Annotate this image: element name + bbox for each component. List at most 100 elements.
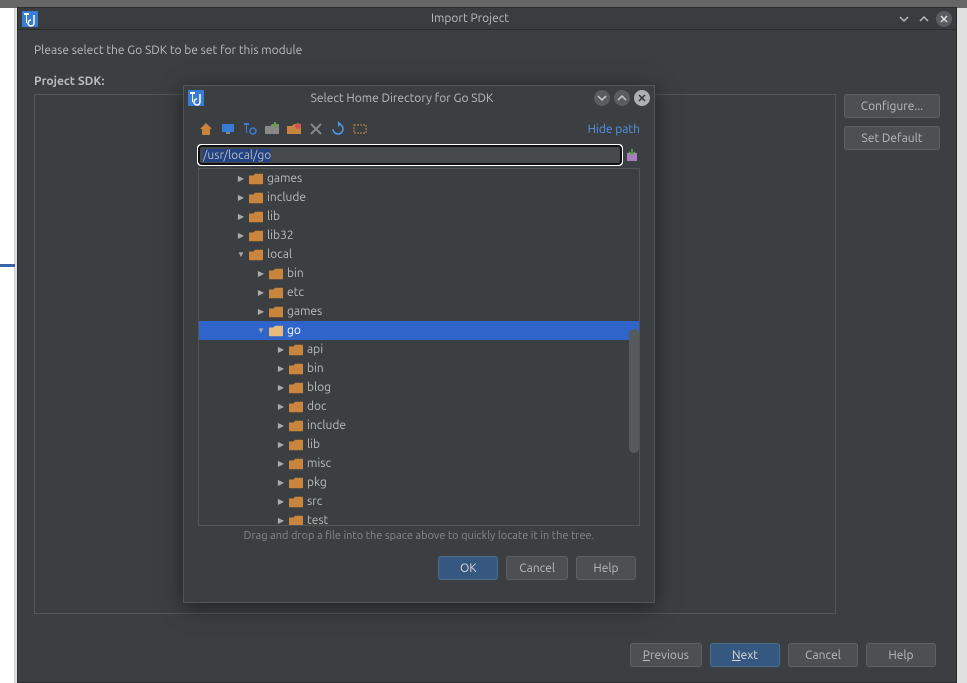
folder-icon bbox=[249, 210, 263, 224]
tree-item-label: bin bbox=[307, 362, 324, 375]
folder-icon bbox=[289, 343, 303, 357]
previous-button[interactable]: Previous bbox=[630, 643, 702, 667]
tree-item-label: include bbox=[267, 191, 306, 204]
expand-arrow-icon[interactable]: ▶ bbox=[235, 193, 247, 202]
tree-item-label: api bbox=[307, 343, 323, 356]
new-folder-icon[interactable] bbox=[264, 121, 280, 137]
tree-item-local[interactable]: ▼ local bbox=[199, 245, 639, 264]
close-icon[interactable] bbox=[634, 90, 650, 106]
tree-item-label: etc bbox=[287, 286, 304, 299]
delete-icon[interactable] bbox=[308, 121, 324, 137]
cancel-button[interactable]: Cancel bbox=[506, 556, 568, 580]
folder-icon bbox=[289, 419, 303, 433]
tree-item-etc[interactable]: ▶ etc bbox=[199, 283, 639, 302]
expand-arrow-icon[interactable]: ▶ bbox=[275, 421, 287, 430]
ok-button[interactable]: OK bbox=[438, 556, 498, 580]
folder-icon bbox=[269, 286, 283, 300]
project-icon[interactable] bbox=[242, 121, 258, 137]
expand-arrow-icon[interactable]: ▶ bbox=[275, 383, 287, 392]
folder-icon bbox=[269, 305, 283, 319]
expand-arrow-icon[interactable]: ▶ bbox=[235, 212, 247, 221]
select-sdk-home-dialog: Select Home Directory for Go SDK Hide pa… bbox=[183, 85, 655, 603]
tree-item-bin[interactable]: ▶bin bbox=[199, 264, 639, 283]
expand-arrow-icon[interactable]: ▶ bbox=[275, 440, 287, 449]
tree-item-label: lib bbox=[267, 210, 280, 223]
outer-titlebar[interactable]: Import Project bbox=[18, 8, 956, 30]
tree-item-games[interactable]: ▶ games bbox=[199, 302, 639, 321]
cancel-button[interactable]: Cancel bbox=[788, 643, 858, 667]
tree-item-bin[interactable]: ▶ bin bbox=[199, 359, 639, 378]
hide-path-link[interactable]: Hide path bbox=[588, 123, 640, 136]
tree-item-go[interactable]: ▼go bbox=[199, 321, 639, 340]
refresh-icon[interactable] bbox=[330, 121, 346, 137]
tree-item-lib[interactable]: ▶ lib bbox=[199, 435, 639, 454]
tree-item-label: blog bbox=[307, 381, 331, 394]
expand-arrow-icon[interactable]: ▶ bbox=[255, 269, 267, 278]
expand-arrow-icon[interactable]: ▶ bbox=[275, 402, 287, 411]
folder-icon bbox=[289, 457, 303, 471]
scrollbar-thumb[interactable] bbox=[629, 329, 639, 453]
folder-icon bbox=[249, 172, 263, 186]
folder-icon bbox=[269, 324, 283, 338]
help-button[interactable]: Help bbox=[576, 556, 636, 580]
tree-item-label: games bbox=[267, 172, 302, 185]
folder-icon bbox=[289, 362, 303, 376]
tree-item-label: lib bbox=[307, 438, 320, 451]
tree-item-label: src bbox=[307, 495, 322, 508]
tree-item-test[interactable]: ▶test bbox=[199, 511, 639, 526]
expand-arrow-icon[interactable]: ▶ bbox=[275, 478, 287, 487]
expand-arrow-icon[interactable]: ▶ bbox=[255, 288, 267, 297]
drop-hint: Drag and drop a file into the space abov… bbox=[198, 526, 640, 550]
tree-item-label: games bbox=[287, 305, 322, 318]
next-button[interactable]: Next bbox=[710, 643, 780, 667]
collapse-down-icon[interactable] bbox=[594, 90, 610, 106]
expand-arrow-icon[interactable]: ▶ bbox=[275, 459, 287, 468]
tree-item-blog[interactable]: ▶ blog bbox=[199, 378, 639, 397]
expand-arrow-icon[interactable]: ▶ bbox=[275, 516, 287, 525]
expand-arrow-icon[interactable]: ▼ bbox=[235, 250, 247, 259]
outer-title: Import Project bbox=[44, 12, 896, 25]
set-default-button[interactable]: Set Default bbox=[844, 126, 940, 150]
help-button[interactable]: Help bbox=[866, 643, 936, 667]
configure-button[interactable]: Configure... bbox=[844, 94, 940, 118]
tree-item-misc[interactable]: ▶misc bbox=[199, 454, 639, 473]
folder-icon bbox=[289, 514, 303, 527]
tree-item-src[interactable]: ▶ src bbox=[199, 492, 639, 511]
tree-item-include[interactable]: ▶ include bbox=[199, 188, 639, 207]
close-icon[interactable] bbox=[936, 11, 952, 27]
expand-arrow-icon[interactable]: ▶ bbox=[275, 364, 287, 373]
tree-item-doc[interactable]: ▶ doc bbox=[199, 397, 639, 416]
app-icon bbox=[188, 90, 204, 106]
tree-item-api[interactable]: ▶ api bbox=[199, 340, 639, 359]
collapse-up-icon[interactable] bbox=[916, 11, 932, 27]
tree-item-games[interactable]: ▶ games bbox=[199, 169, 639, 188]
expand-arrow-icon[interactable]: ▶ bbox=[275, 497, 287, 506]
new-folder-marked-icon[interactable] bbox=[286, 121, 302, 137]
folder-icon bbox=[289, 476, 303, 490]
expand-arrow-icon[interactable]: ▶ bbox=[255, 307, 267, 316]
folder-icon bbox=[289, 438, 303, 452]
tree-item-lib32[interactable]: ▶lib32 bbox=[199, 226, 639, 245]
show-hidden-icon[interactable] bbox=[352, 121, 368, 137]
folder-icon bbox=[269, 267, 283, 281]
editor-gutter bbox=[0, 0, 15, 683]
tree-item-label: local bbox=[267, 248, 292, 261]
desktop-icon[interactable] bbox=[220, 121, 236, 137]
path-input[interactable] bbox=[198, 145, 622, 165]
tree-item-lib[interactable]: ▶ lib bbox=[199, 207, 639, 226]
tree-item-include[interactable]: ▶include bbox=[199, 416, 639, 435]
home-icon[interactable] bbox=[198, 121, 214, 137]
expand-arrow-icon[interactable]: ▶ bbox=[235, 231, 247, 240]
collapse-up-icon[interactable] bbox=[614, 90, 630, 106]
expand-arrow-icon[interactable]: ▼ bbox=[255, 326, 267, 335]
folder-icon bbox=[289, 381, 303, 395]
expand-arrow-icon[interactable]: ▶ bbox=[275, 345, 287, 354]
directory-tree[interactable]: ▶games▶include▶lib▶lib32▼local▶bin▶etc▶g… bbox=[198, 168, 640, 526]
tree-item-label: doc bbox=[307, 400, 327, 413]
tree-item-pkg[interactable]: ▶ pkg bbox=[199, 473, 639, 492]
history-icon[interactable] bbox=[624, 147, 640, 163]
inner-titlebar[interactable]: Select Home Directory for Go SDK bbox=[184, 86, 654, 110]
tree-item-label: pkg bbox=[307, 476, 327, 489]
collapse-down-icon[interactable] bbox=[896, 11, 912, 27]
expand-arrow-icon[interactable]: ▶ bbox=[235, 174, 247, 183]
